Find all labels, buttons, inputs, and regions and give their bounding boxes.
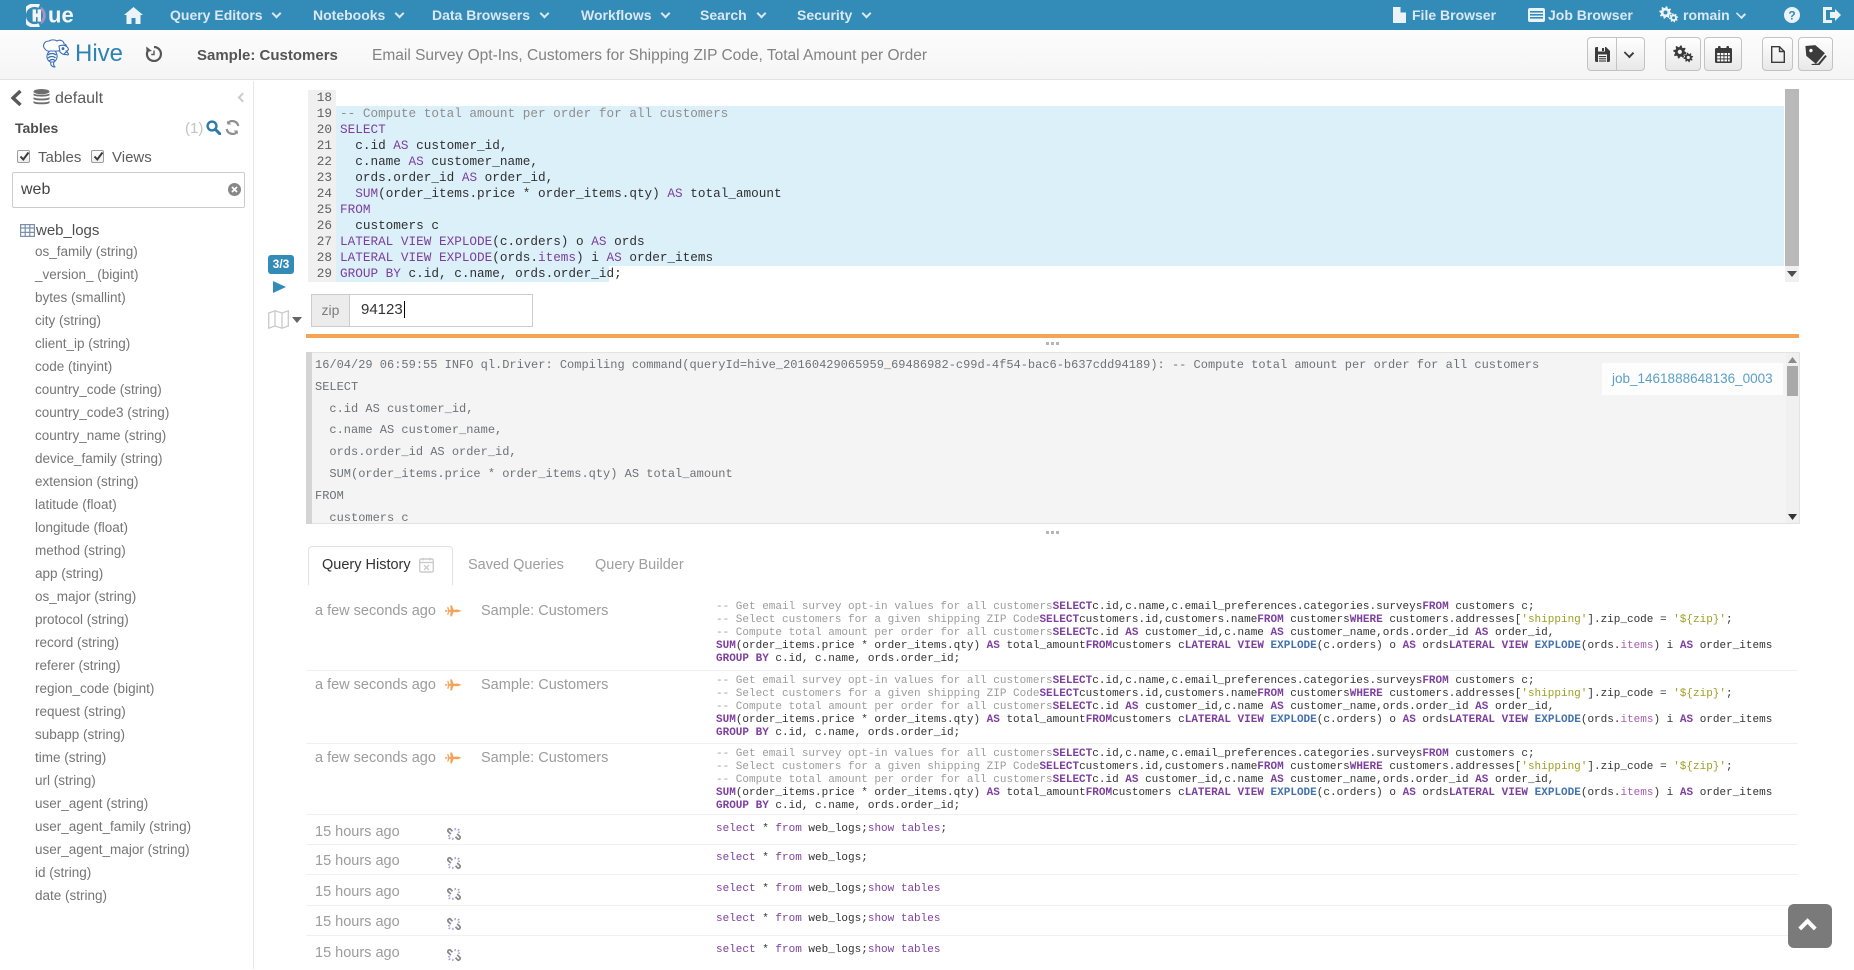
svg-text:ue: ue: [48, 4, 74, 27]
svg-text:?: ?: [1788, 9, 1795, 23]
